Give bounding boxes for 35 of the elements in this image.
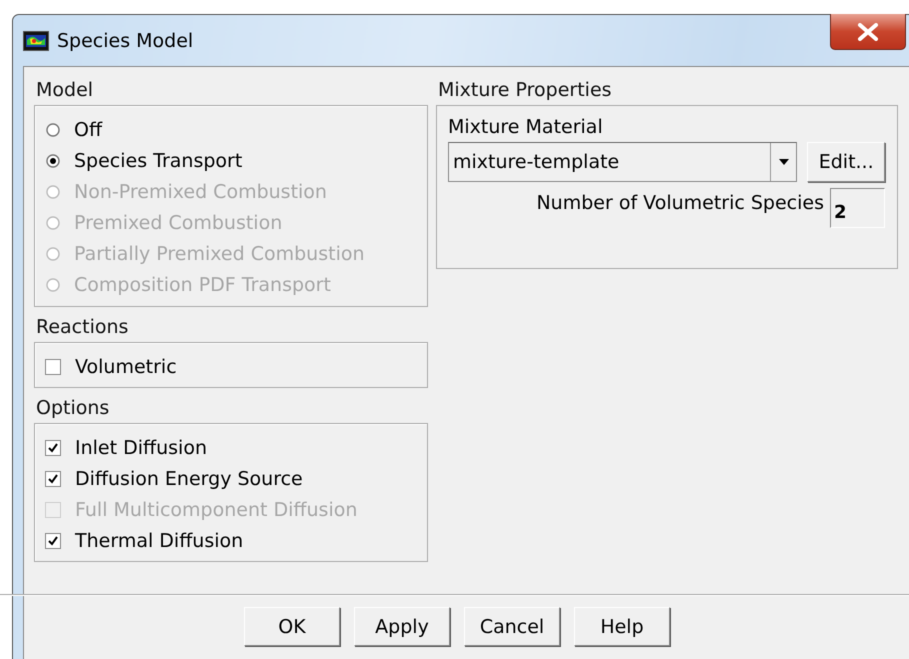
option-label: Diffusion Energy Source	[75, 468, 303, 490]
radio-button[interactable]	[46, 122, 60, 136]
field-label: Mixture Material	[448, 116, 604, 138]
option-label: Volumetric	[75, 356, 177, 378]
field-label: Number of Volumetric Species	[536, 192, 824, 214]
option-label: Non-Premixed Combustion	[74, 180, 327, 202]
window-title: Species Model	[57, 30, 194, 52]
close-button[interactable]	[830, 14, 906, 50]
checkbox[interactable]	[45, 532, 61, 548]
option-label: Partially Premixed Combustion	[74, 242, 365, 264]
option-label: Off	[74, 118, 102, 140]
dialog-button[interactable]: Apply	[354, 607, 450, 646]
checkbox[interactable]	[45, 358, 61, 374]
dialog-button[interactable]: OK	[244, 607, 340, 646]
option-label: Inlet Diffusion	[75, 436, 207, 458]
group-heading: Mixture Properties	[437, 79, 613, 103]
option-label: Composition PDF Transport	[74, 274, 331, 296]
dialog-button[interactable]: Help	[574, 607, 670, 646]
app-icon	[23, 30, 49, 50]
group-heading: Model	[35, 79, 94, 103]
species-count-field[interactable]: 2	[830, 188, 885, 228]
checkbox[interactable]	[45, 470, 61, 486]
radio-button[interactable]	[46, 154, 60, 168]
caret-icon	[778, 159, 789, 165]
option-label: Premixed Combustion	[74, 212, 282, 234]
close-icon	[857, 22, 879, 40]
option-label: Thermal Diffusion	[75, 530, 244, 552]
checkbox[interactable]	[45, 440, 61, 456]
edit-button[interactable]: Edit...	[807, 142, 885, 182]
dropdown-field[interactable]: mixture-template	[448, 142, 798, 182]
group-heading: Options	[35, 397, 110, 421]
option-label: Full Multicomponent Diffusion	[75, 498, 358, 520]
dialog-button[interactable]: Cancel	[464, 607, 560, 646]
group-heading: Reactions	[35, 316, 130, 340]
option-label: Species Transport	[74, 150, 242, 172]
